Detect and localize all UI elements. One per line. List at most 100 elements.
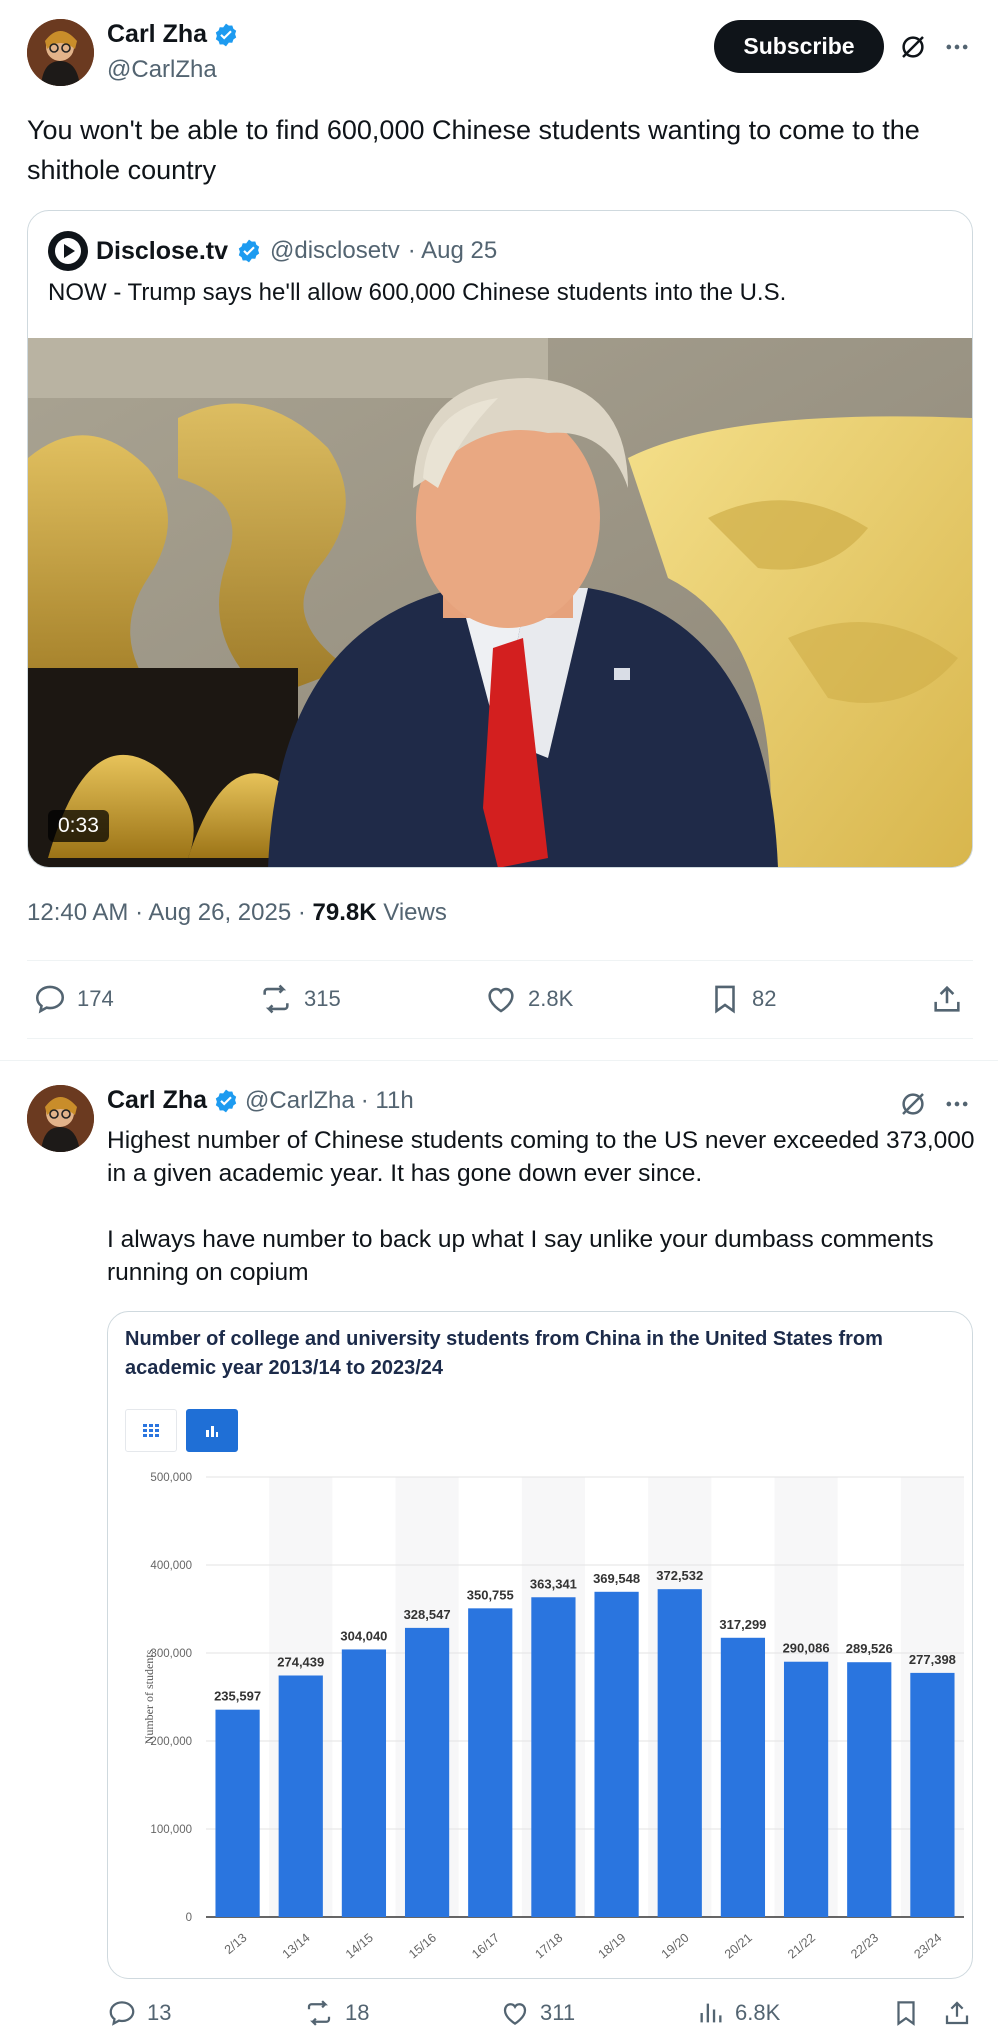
bar: [404, 1627, 450, 1917]
bar: [847, 1662, 892, 1917]
data-label: 372,532: [656, 1568, 703, 1583]
reply-author-handle[interactable]: @CarlZha: [245, 1087, 355, 1115]
tweet-text: You won't be able to find 600,000 Chines…: [27, 115, 920, 185]
y-tick-label: 0: [186, 1912, 192, 1924]
reply-count: 13: [147, 2000, 172, 2025]
quoted-date: · Aug 25: [407, 237, 498, 264]
subscribe-button[interactable]: Subscribe: [714, 20, 884, 73]
data-label: 350,755: [467, 1587, 514, 1602]
x-tick-label: 21/22: [785, 1931, 818, 1962]
quoted-text: NOW - Trump says he'll allow 600,000 Chi…: [48, 279, 787, 306]
video-duration-badge: 0:33: [48, 810, 109, 842]
views-button[interactable]: 6.8K: [697, 1998, 780, 2028]
data-label: 317,299: [719, 1617, 766, 1632]
quoted-author-name: Disclose.tv: [96, 236, 229, 265]
bar: [215, 1709, 260, 1917]
views-count: 6.8K: [735, 2000, 781, 2025]
share-icon[interactable]: [942, 1998, 972, 2028]
data-label: 369,548: [593, 1571, 640, 1586]
video-player[interactable]: 0:33: [28, 338, 972, 867]
author-name[interactable]: Carl Zha: [107, 20, 207, 49]
repost-icon: [307, 2000, 331, 2026]
data-label: 304,040: [340, 1628, 387, 1643]
y-tick-label: 100,000: [150, 1824, 192, 1836]
bar: [783, 1661, 829, 1917]
repost-count: 315: [304, 986, 341, 1011]
author-name-row: Carl Zha: [107, 20, 239, 49]
quoted-tweet[interactable]: Disclose.tv @disclosetv · Aug 25 NOW - T…: [27, 210, 973, 868]
repost-button[interactable]: 18: [303, 1998, 369, 2028]
video-duration: 0:33: [58, 814, 99, 837]
author-avatar[interactable]: [27, 19, 94, 86]
bookmark-icon[interactable]: [891, 1998, 921, 2028]
y-tick-label: 300,000: [150, 1648, 192, 1660]
reply-author-name[interactable]: Carl Zha: [107, 1086, 207, 1115]
reply-text-line1: Highest number of Chinese students comin…: [107, 1127, 975, 1187]
x-tick-label: 23/24: [911, 1931, 944, 1962]
y-axis-label: Number of students: [142, 1649, 156, 1744]
bookmark-button[interactable]: 82: [708, 982, 776, 1016]
chart-view-toggle[interactable]: [186, 1409, 238, 1452]
x-tick-label: 13/14: [280, 1931, 313, 1962]
bar-chart: 0 100,000 200,000 300,000 400,000 500,000 Numb…: [142, 1472, 964, 1962]
verified-badge-icon[interactable]: [213, 22, 239, 48]
like-button[interactable]: 2.8K: [484, 982, 573, 1016]
reply-icon: [35, 985, 65, 1014]
bar: [910, 1672, 955, 1917]
like-icon: [503, 2003, 527, 2025]
repost-button[interactable]: 315: [258, 982, 341, 1016]
repost-icon: [263, 984, 289, 1014]
views-label: Views: [383, 899, 447, 926]
views-count: 79.8K: [312, 899, 377, 926]
verified-badge-icon[interactable]: [213, 1088, 239, 1114]
y-tick-label: 400,000: [150, 1560, 192, 1572]
reply-button[interactable]: 13: [107, 1998, 171, 2028]
reply-author-avatar[interactable]: [27, 1085, 94, 1152]
avatar-image: [27, 19, 94, 86]
quoted-author-handle: @disclosetv: [270, 237, 400, 264]
author-handle[interactable]: @CarlZha: [107, 56, 217, 84]
tweet-meta: 12:40 AM · Aug 26, 2025 · 79.8K Views: [27, 899, 447, 927]
verified-badge-icon: [238, 239, 260, 263]
chart-title: Number of college and university student…: [125, 1328, 883, 1379]
x-tick-label: 22/23: [848, 1931, 881, 1962]
bar: [657, 1589, 702, 1917]
play-logo-icon: [48, 231, 88, 271]
x-tick-label: 18/19: [596, 1931, 629, 1962]
bookmark-count: 82: [752, 986, 777, 1011]
quoted-header: Disclose.tv @disclosetv · Aug 25: [48, 231, 497, 271]
bar: [531, 1597, 576, 1917]
avatar-image: [27, 1085, 94, 1152]
reply-button[interactable]: 174: [33, 982, 114, 1016]
reply-text-line2: I always have number to back up what I s…: [107, 1226, 934, 1286]
grok-icon[interactable]: [898, 1089, 928, 1119]
more-icon[interactable]: [943, 33, 971, 61]
bar: [341, 1649, 387, 1917]
section-separator: [0, 1060, 998, 1072]
bar: [468, 1608, 513, 1917]
like-count: 2.8K: [528, 986, 574, 1011]
bookmark-icon: [715, 985, 735, 1014]
grok-icon[interactable]: [898, 32, 928, 62]
share-icon[interactable]: [930, 982, 964, 1016]
divider: [27, 1038, 973, 1039]
video-thumbnail: [28, 338, 972, 867]
like-count: 311: [540, 2000, 576, 2025]
x-tick-label: 16/17: [469, 1931, 502, 1962]
x-tick-label: 17/18: [532, 1931, 565, 1962]
like-button[interactable]: 311: [500, 1998, 575, 2028]
data-label: 277,398: [909, 1652, 956, 1667]
table-view-icon: [143, 1423, 159, 1437]
bar: [278, 1675, 323, 1917]
reply-count: 174: [77, 986, 114, 1011]
x-tick-label: 2/13: [222, 1931, 250, 1957]
chart-image-card[interactable]: Number of college and university student…: [107, 1311, 973, 1979]
tweet-timestamp[interactable]: 12:40 AM · Aug 26, 2025 ·: [27, 899, 313, 926]
data-label: 290,086: [783, 1641, 830, 1656]
table-view-toggle[interactable]: [125, 1409, 177, 1452]
y-tick-label: 500,000: [150, 1472, 192, 1484]
data-label: 274,439: [277, 1654, 324, 1669]
reply-time[interactable]: · 11h: [361, 1087, 414, 1115]
more-icon[interactable]: [943, 1090, 971, 1118]
reply-icon: [109, 2001, 135, 2026]
